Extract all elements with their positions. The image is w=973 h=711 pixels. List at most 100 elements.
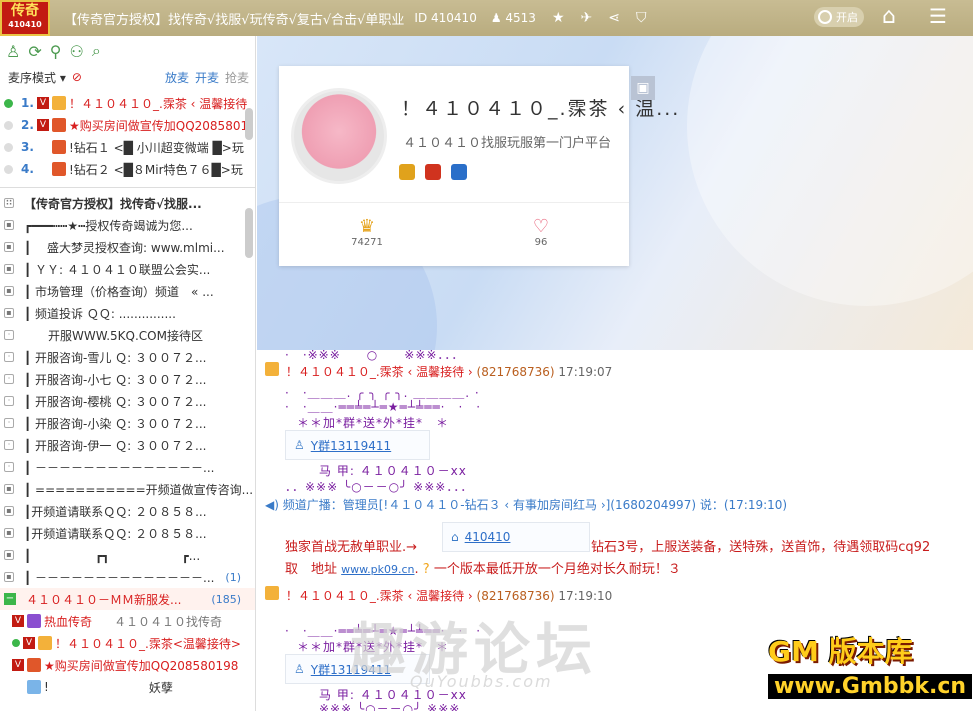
heart-icon: ♡: [532, 216, 550, 237]
menu-icon[interactable]: ☰: [929, 4, 947, 28]
queue-item[interactable]: 1. V ！４１０４１０_.霂茶 ‹ 温馨接待: [0, 92, 255, 114]
vip-icon: [425, 164, 441, 180]
speaker-icon: ◀): [265, 498, 279, 512]
status-dot: [4, 142, 13, 152]
member-item[interactable]: V ！４１０４１０_.霂茶<温馨接待>: [0, 632, 255, 654]
crown-icon: [399, 164, 415, 180]
channel-item[interactable]: ▪ ┃ 市场管理（价格查询）频道 « ...: [0, 280, 255, 302]
stat-score[interactable]: ♛ 74271: [327, 216, 407, 248]
lock-icon: ▪: [4, 550, 14, 560]
group-icon: ♙: [294, 438, 305, 452]
ad-url-link[interactable]: www.pk09.cn: [341, 563, 414, 576]
dot-icon: ·: [4, 418, 14, 428]
channel-item[interactable]: · ┃ 开服咨询-樱桃 Ｑ: ３００７２...: [0, 390, 255, 412]
location-icon[interactable]: ⚲: [50, 42, 62, 61]
message-time: 17:19:10: [558, 589, 613, 603]
top-bar: 传奇 410410 【传奇官方授权】找传奇√找服√玩传奇√复古√合击√单职业 I…: [0, 0, 973, 36]
channel-current[interactable]: −４１０４１０－ＭＭ新服发... (185): [0, 588, 255, 610]
open-toggle[interactable]: 开启: [814, 7, 864, 27]
channel-root[interactable]: ∷ 【传奇官方授权】找传奇√找服...: [0, 192, 255, 214]
avatar[interactable]: [291, 88, 387, 184]
channel-item[interactable]: ▪ ┃ ===========开频道做宣传咨询...: [0, 478, 255, 500]
member-item[interactable]: V ★购买房间做宣传加QQ208580198: [0, 654, 255, 676]
vip-icon: V: [12, 659, 24, 671]
group-link-card[interactable]: ♙ Y群13119411: [285, 430, 430, 460]
queue-name: !钻石１ <█ 小川超变微端 █>玩: [69, 140, 244, 155]
tab-grab-mic[interactable]: 抢麦: [225, 69, 249, 86]
status-dot: [4, 120, 13, 130]
sender-name[interactable]: ！４１０４１０_.霂茶 ‹ 温馨接待 ›: [286, 365, 473, 379]
queue-item[interactable]: 3. !钻石１ <█ 小川超变微端 █>玩: [0, 136, 255, 158]
system-broadcast: ◀) 频道广播：管理员[!４１０４１０-钻石３ ‹ 有事加房间红马 ›](168…: [265, 496, 787, 513]
plane-icon[interactable]: ✈: [581, 10, 593, 26]
channel-count: (185): [211, 592, 241, 606]
channel-name: ┃ 开服咨询-小染 Ｑ: ３００７２...: [24, 416, 207, 431]
channel-item[interactable]: ▪ ┃ －－－－－－－－－－－－－－... (1): [0, 566, 255, 588]
rank-icon: [52, 140, 66, 154]
people-icon[interactable]: ⚇: [69, 42, 83, 61]
queue-scrollbar[interactable]: [245, 108, 253, 140]
channel-item[interactable]: · ┃ 开服咨询-小七 Ｑ: ３００７２...: [0, 368, 255, 390]
group-link-card[interactable]: ♙ Y群13119411: [285, 654, 430, 684]
channel-item[interactable]: · 开服WWW.5KQ.COM接待区: [0, 324, 255, 346]
group-link[interactable]: Y群13119411: [311, 661, 391, 678]
rank-icon: [27, 614, 41, 628]
channel-item[interactable]: · ┃ 开服咨询-伊一 Ｑ: ３００７２...: [0, 434, 255, 456]
logo-main: 传奇: [11, 3, 39, 19]
ad-line-2: 取 地址 www.pk09.cn. ? 一个版本最低开放一个月绝对长久耐玩！３: [285, 562, 681, 577]
channel-item[interactable]: · ┃ 开服咨询-雪儿 Ｑ: ３００７２...: [0, 346, 255, 368]
star-icon[interactable]: ★: [552, 10, 565, 26]
channel-item[interactable]: ▪ ┃开频道请联系ＱＱ: ２０８５８...: [0, 522, 255, 544]
channel-link[interactable]: 410410: [465, 530, 511, 544]
channel-item[interactable]: ▪ ┃ ┏┓ ┏...: [0, 544, 255, 566]
tab-open-mic[interactable]: 开麦: [195, 69, 219, 86]
channel-link-card[interactable]: ⌂ 410410: [442, 522, 590, 552]
home-icon[interactable]: ⌂: [882, 4, 896, 29]
channel-name: ┃ 开服咨询-小七 Ｑ: ３００７２...: [24, 372, 207, 387]
ad-text: 独家首战无赦单职业.→: [285, 540, 418, 555]
member-name: 热血传奇: [44, 614, 93, 629]
channel-item[interactable]: ▪ ┃ 频道投诉 ＱＱ: ...............: [0, 302, 255, 324]
share-icon[interactable]: ⋖: [608, 10, 620, 26]
tab-release-mic[interactable]: 放麦: [165, 69, 189, 86]
shield-icon[interactable]: ⛉: [636, 10, 647, 26]
channel-item[interactable]: · ┃ －－－－－－－－－－－－－－...: [0, 456, 255, 478]
dot-icon: ·: [4, 374, 14, 384]
channel-item[interactable]: ▪ ┃ ＹＹ: ４１０４１０联盟公会实...: [0, 258, 255, 280]
lock-icon: ▪: [4, 286, 14, 296]
queue-item[interactable]: 4. !钻石２ <█８Mir特色７６█>玩: [0, 158, 255, 180]
channel-name: ┃ ===========开频道做宣传咨询...: [24, 482, 254, 497]
search-icon[interactable]: ⌕: [92, 41, 101, 61]
chat-art: ＊＊加*群*送*外*挂* ＊: [297, 640, 450, 654]
channel-name: 【传奇官方授权】找传奇√找服...: [24, 196, 202, 211]
channel-name: ┏━━━┅┅★┅授权传奇竭诚为您...: [24, 218, 193, 233]
sender-name[interactable]: ！４１０４１０_.霂茶 ‹ 温馨接待 ›: [286, 589, 473, 603]
member-item[interactable]: ! 妖孽: [0, 676, 255, 698]
channel-item[interactable]: ▪ ┃开频道请联系ＱＱ: ２０８５８...: [0, 500, 255, 522]
watermark-url: QuYoubbs.com: [410, 672, 553, 691]
vip-icon: V: [23, 637, 35, 649]
queue-item[interactable]: 2. V ★购买房间做宣传加QQ2085801: [0, 114, 255, 136]
member-item[interactable]: V 热血传奇 ４１０４１０找传奇: [0, 610, 255, 632]
channel-item[interactable]: ▪ ┏━━━┅┅★┅授权传奇竭诚为您...: [0, 214, 255, 236]
online-count: ♟ 4513: [490, 11, 536, 25]
channel-item[interactable]: · ┃ 开服咨询-小染 Ｑ: ３００７２...: [0, 412, 255, 434]
vip-icon: V: [37, 119, 49, 131]
dot-icon: ·: [4, 330, 14, 340]
photo-icon[interactable]: ▣: [631, 76, 655, 100]
mic-off-icon[interactable]: ⊘: [72, 70, 82, 84]
user-icon[interactable]: ♙: [6, 42, 20, 61]
dot-icon: ·: [4, 352, 14, 362]
channel-item[interactable]: ▪ ┃ 盛大梦灵授权查询: www.mlmi...: [0, 236, 255, 258]
member-extra: 妖孽: [148, 680, 173, 695]
collapse-icon[interactable]: −: [4, 593, 16, 605]
lock-icon: ▪: [4, 572, 14, 582]
group-link[interactable]: Y群13119411: [311, 437, 391, 454]
chat-art: 马 甲: ４１０４１０－xx: [319, 464, 467, 478]
refresh-icon[interactable]: ⟳: [28, 42, 41, 61]
channel-name: ┃ 市场管理（价格查询）频道 « ...: [24, 284, 214, 299]
stat-likes[interactable]: ♡ 96: [501, 216, 581, 248]
channel-scrollbar[interactable]: [245, 208, 253, 258]
mic-mode-select[interactable]: 麦序模式 ▾: [8, 69, 66, 86]
channel-count: (1): [225, 570, 241, 584]
